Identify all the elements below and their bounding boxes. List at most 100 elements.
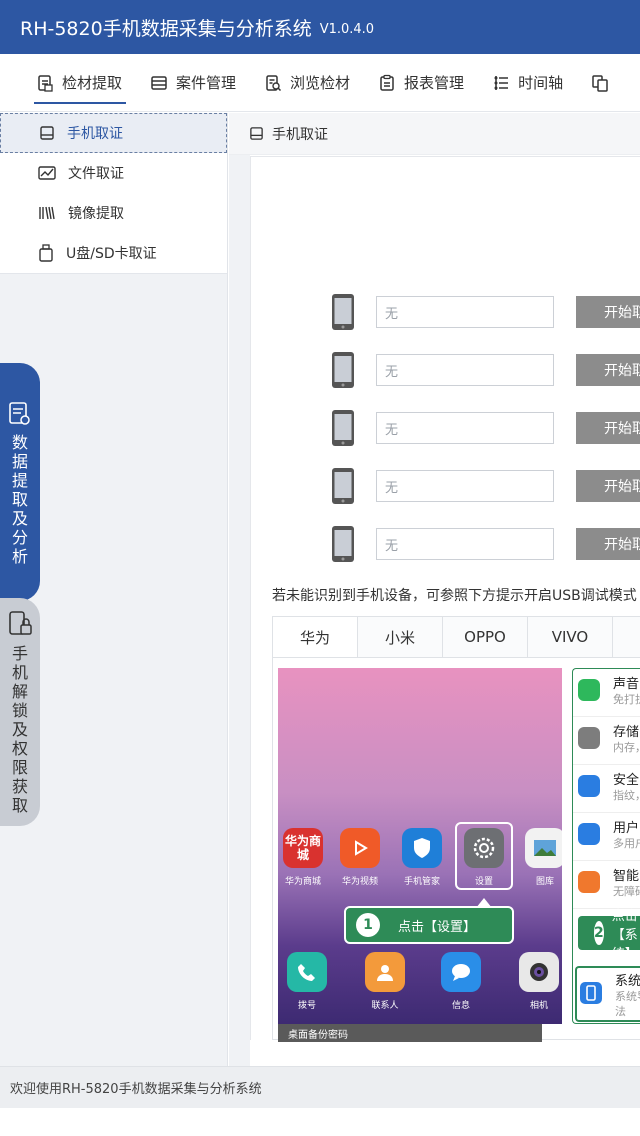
settings-title: 智能 [613, 869, 640, 884]
menu-browse-evidence[interactable]: 浏览检材 [264, 54, 351, 111]
phone-screen-icon [250, 127, 263, 140]
sidebar-item-image-extract[interactable]: 镜像提取 [0, 193, 227, 233]
settings-row-smart-assist: 智能 无障碍 [573, 861, 640, 909]
device-field[interactable]: 无 [376, 412, 554, 444]
security-shield-icon [578, 775, 600, 797]
tab-huawei[interactable]: 华为 [273, 617, 358, 657]
start-forensics-button[interactable]: 开始取证 [576, 354, 640, 386]
mobile-phone-icon [332, 352, 354, 388]
step-number: 2 [594, 921, 604, 945]
status-bar: 欢迎使用RH-5820手机数据采集与分析系统 [0, 1066, 640, 1108]
phone-screen-icon [40, 126, 54, 140]
start-forensics-button[interactable]: 开始取证 [576, 528, 640, 560]
step-number: 1 [356, 913, 380, 937]
content-header: 手机取证 [229, 113, 640, 155]
tab-xiaomi[interactable]: 小米 [358, 617, 443, 657]
device-field[interactable]: 无 [376, 296, 554, 328]
menu-label: 案件管理 [176, 74, 237, 92]
usb-debug-hint: 若未能识别到手机设备，可参照下方提示开启USB调试模式 [272, 588, 637, 604]
settings-title: 存储 [613, 725, 640, 740]
guide-home-screen: 华为商城 华为商城 华为视频 手机管家 设置 图库 1 点击【设置】 拨号 联系… [278, 668, 562, 1024]
vertical-tab-data-analysis[interactable]: 数据提取及分析 [0, 363, 40, 601]
menu-label: 报表管理 [404, 74, 465, 92]
step-2-callout: 2 点击【系统】 [578, 909, 640, 962]
menu-timeline[interactable]: 时间轴 [492, 54, 564, 111]
data-report-icon [9, 402, 30, 425]
app-label: 相机 [529, 1001, 548, 1011]
start-forensics-button[interactable]: 开始取证 [576, 296, 640, 328]
device-row: 无 开始取证 [330, 525, 640, 563]
menu-label: 时间轴 [518, 74, 564, 92]
menu-evidence-extract[interactable]: 检材提取 [33, 54, 127, 111]
settings-sub: 多用户 [613, 837, 640, 850]
mobile-phone-icon [332, 410, 354, 446]
contact-person-icon [365, 952, 405, 992]
device-field[interactable]: 无 [376, 470, 554, 502]
app-gallery: 图库 [518, 828, 562, 887]
start-forensics-button[interactable]: 开始取证 [576, 470, 640, 502]
settings-highlight [455, 822, 513, 890]
tab-other[interactable]: 其他 [613, 617, 640, 657]
app-contacts: 联系人 [358, 952, 412, 1011]
vertical-tab-phone-unlock[interactable]: 手机解锁及权限获取 [0, 598, 40, 826]
settings-title: 安全 [613, 773, 640, 788]
app-label: 信息 [451, 1001, 470, 1011]
system-phone-icon [580, 982, 602, 1004]
evidence-extract-icon [38, 74, 53, 92]
message-bubble-icon [441, 952, 481, 992]
phone-call-icon [287, 952, 327, 992]
storage-icon [578, 727, 600, 749]
sidebar-item-label: U盘/SD卡取证 [66, 246, 157, 262]
app-label: 图库 [535, 877, 554, 887]
backup-password-bar: 桌面备份密码 [278, 1024, 542, 1042]
settings-sub: 指纹， [613, 789, 640, 802]
app-label: 华为视频 [341, 877, 378, 887]
start-forensics-button[interactable]: 开始取证 [576, 412, 640, 444]
app-label: 拨号 [297, 1001, 316, 1011]
usb-drive-icon [39, 244, 53, 262]
main-menu: 检材提取 案件管理 浏览检材 报表管理 时间轴 [0, 54, 640, 112]
menu-label: 检材提取 [62, 74, 123, 92]
image-extract-icon [39, 206, 55, 220]
mobile-phone-icon [332, 294, 354, 330]
settings-sub: 内存， [613, 741, 640, 754]
settings-row-sound: 声音 免打扰 [573, 669, 640, 717]
step-text: 点击【设置】 [398, 919, 477, 935]
copy-icon [592, 74, 608, 92]
settings-row-users: 用户 多用户 [573, 813, 640, 861]
sidebar-item-file-forensics[interactable]: 文件取证 [0, 153, 227, 193]
tab-oppo[interactable]: OPPO [443, 617, 528, 657]
sound-icon [578, 679, 600, 701]
browse-evidence-icon [266, 74, 282, 91]
device-row: 无 开始取证 [330, 409, 640, 447]
huawei-store-icon: 华为商城 [283, 828, 323, 868]
phone-lock-icon [9, 611, 32, 635]
app-label: 华为商城 [284, 877, 321, 887]
menu-label: 浏览检材 [290, 74, 351, 92]
app-phone-manager: 手机管家 [395, 828, 449, 887]
app-messages: 信息 [434, 952, 488, 1011]
user-icon [578, 823, 600, 845]
settings-sub-2: 法 [615, 1005, 626, 1018]
device-field[interactable]: 无 [376, 528, 554, 560]
content-title: 手机取证 [272, 126, 328, 143]
sidebar-item-usb-sd[interactable]: U盘/SD卡取证 [0, 233, 227, 273]
status-text: 欢迎使用RH-5820手机数据采集与分析系统 [10, 1082, 262, 1097]
settings-row-storage: 存储 内存， [573, 717, 640, 765]
sidebar-list: 手机取证 文件取证 镜像提取 U盘/SD卡取证 [0, 113, 227, 274]
step-1-callout: 1 点击【设置】 [344, 898, 514, 944]
hand-icon [578, 871, 600, 893]
app-label: 联系人 [371, 1001, 399, 1011]
file-chart-icon [38, 166, 56, 180]
menu-case-management[interactable]: 案件管理 [150, 54, 237, 111]
tab-vivo[interactable]: VIVO [528, 617, 613, 657]
gallery-icon [525, 828, 562, 868]
bottom-area [0, 1108, 640, 1136]
settings-title: 用户 [613, 821, 640, 836]
brand-tabs: 华为 小米 OPPO VIVO 其他 [272, 616, 640, 658]
sidebar-item-phone-forensics[interactable]: 手机取证 [0, 113, 227, 153]
device-field[interactable]: 无 [376, 354, 554, 386]
settings-sub: 无障碍 [613, 885, 640, 898]
menu-report-management[interactable]: 报表管理 [378, 54, 465, 111]
menu-more[interactable] [591, 54, 617, 111]
